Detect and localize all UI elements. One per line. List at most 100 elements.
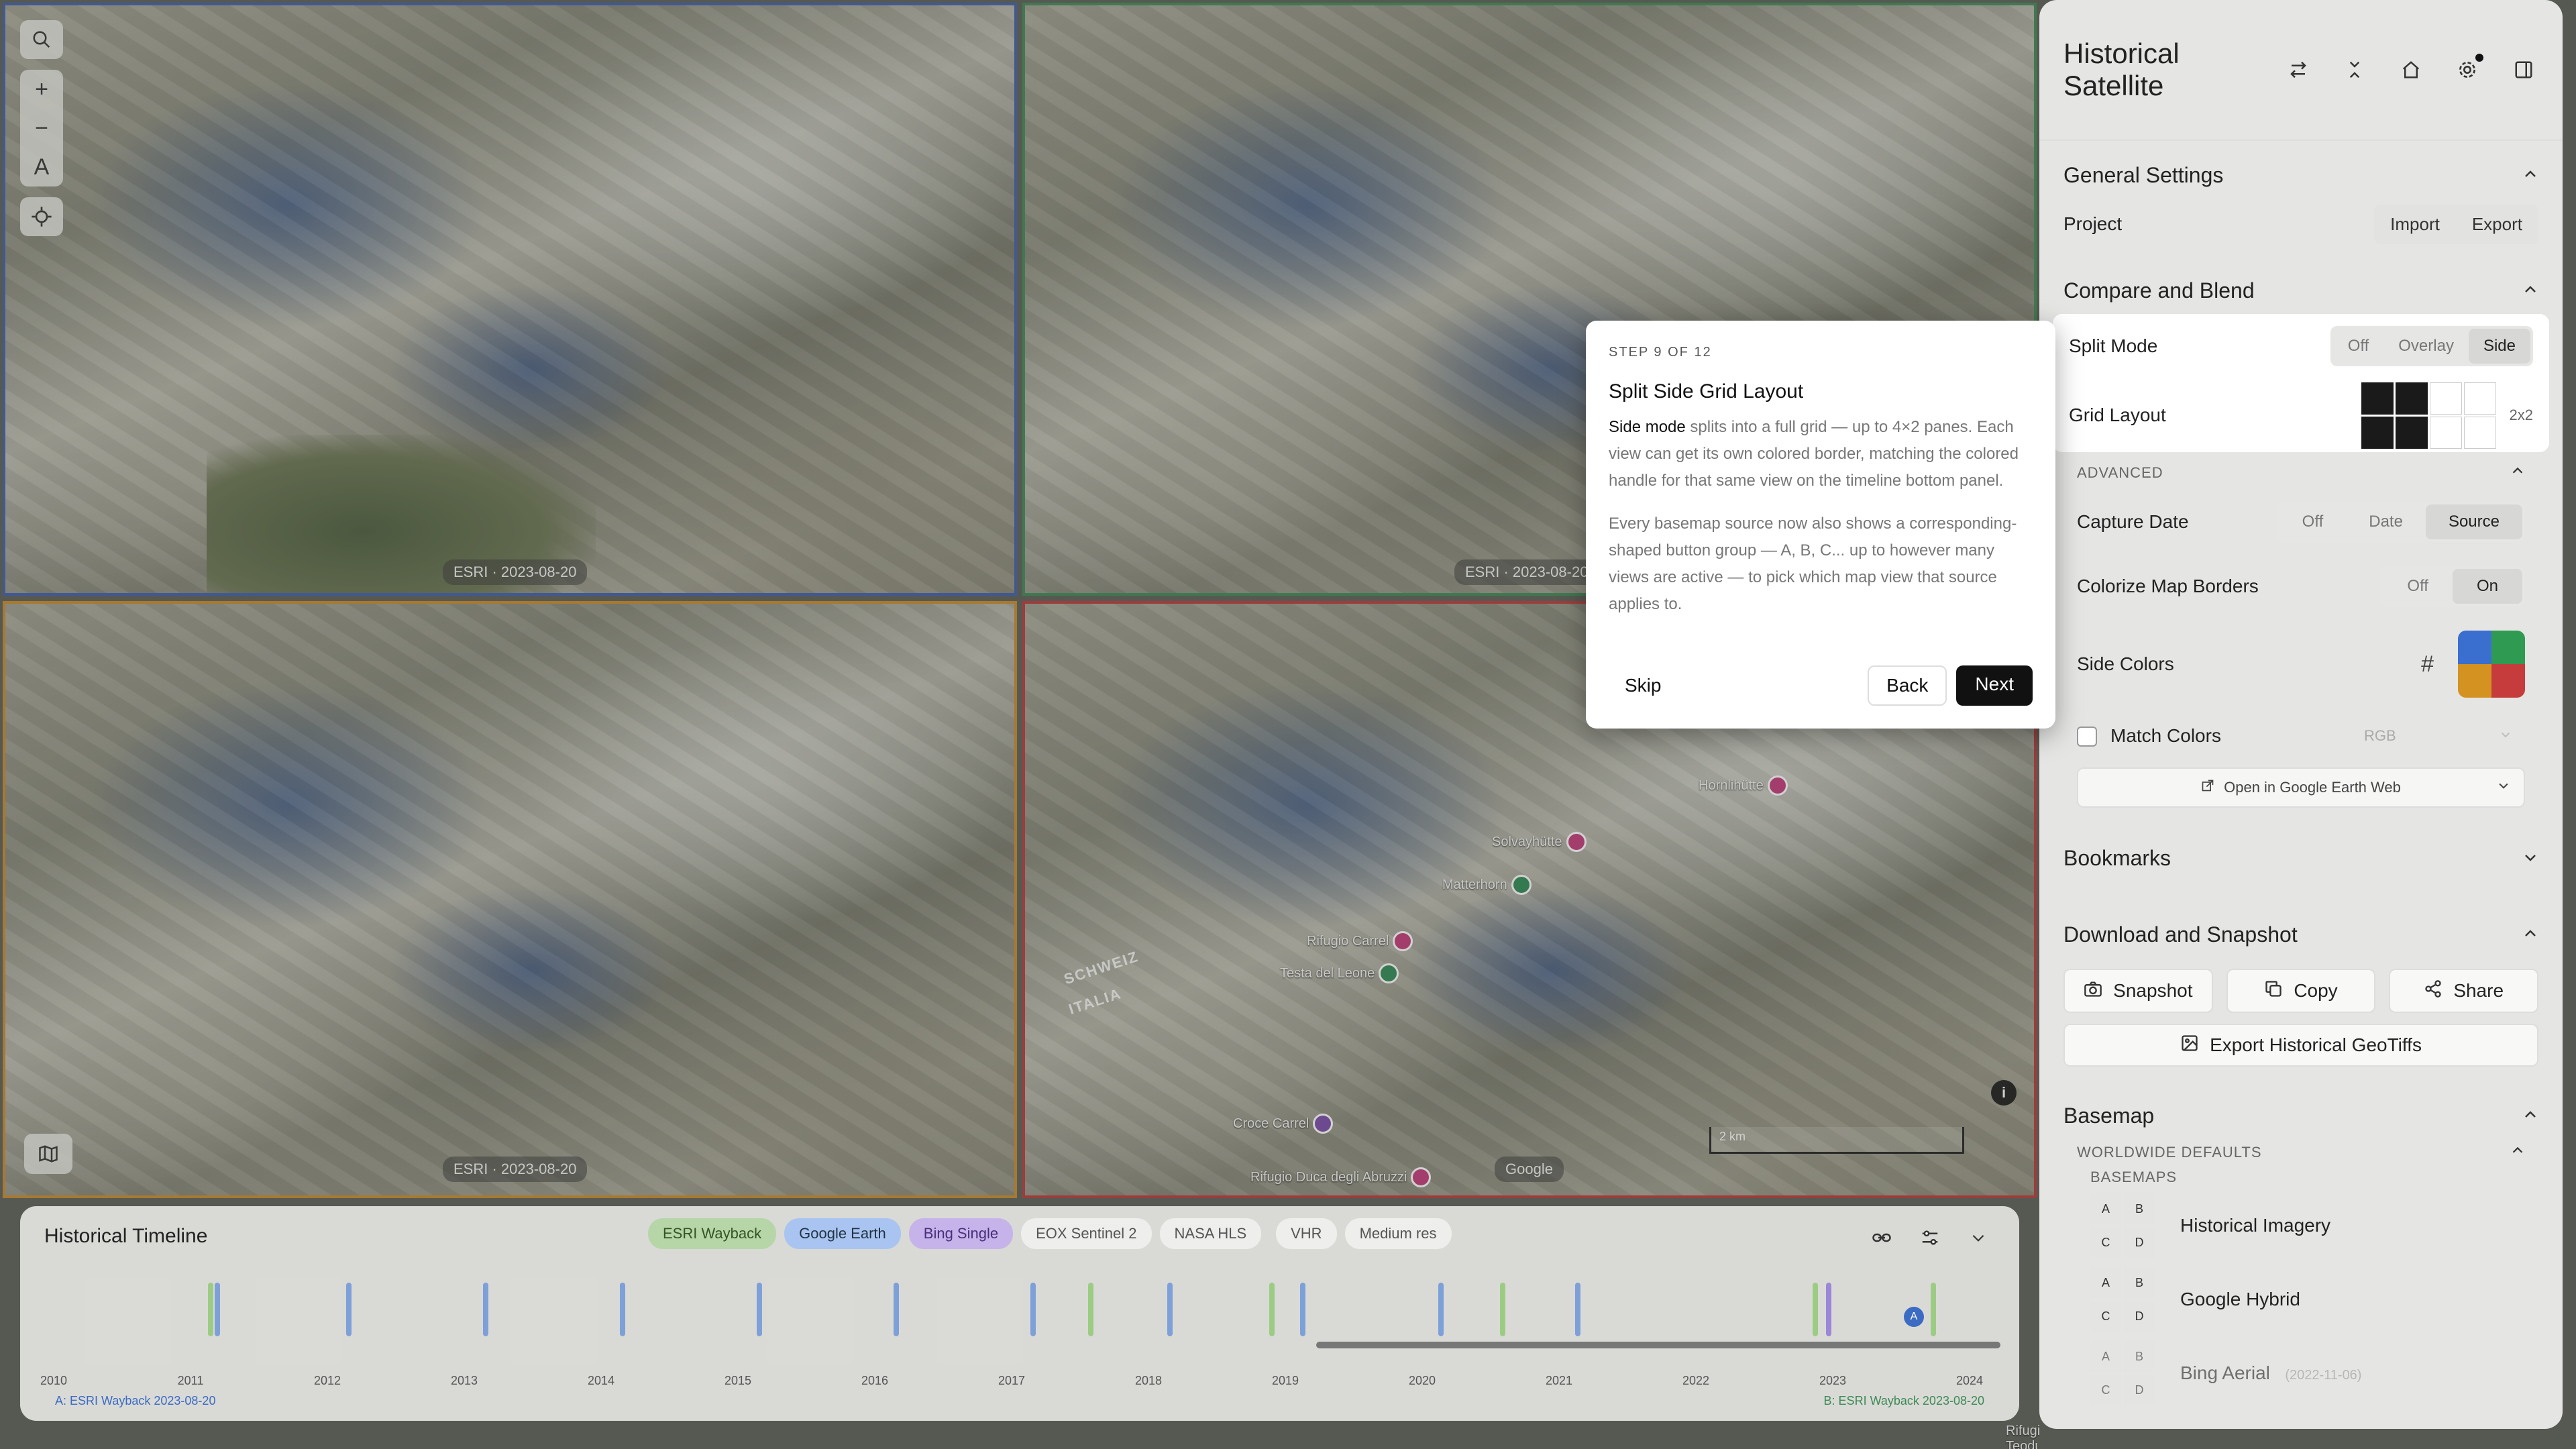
timeline-tick[interactable] (1500, 1283, 1505, 1336)
view-a-button[interactable]: A (2090, 1267, 2121, 1298)
grid-cell[interactable] (2395, 382, 2428, 415)
poi-marker[interactable]: Testa del Leone (1280, 963, 1399, 983)
colorize-off-option[interactable]: Off (2383, 569, 2453, 604)
timeline-tick[interactable] (1813, 1283, 1818, 1336)
view-c-button[interactable]: C (2090, 1301, 2121, 1332)
map-pane-a[interactable]: ESRI · 2023-08-20 (3, 3, 1017, 596)
chip-eox-sentinel[interactable]: EOX Sentinel 2 (1021, 1218, 1152, 1249)
timeline-tick[interactable] (1931, 1283, 1936, 1336)
sliders-icon[interactable] (1913, 1221, 1947, 1254)
back-button[interactable]: Back (1868, 665, 1947, 706)
poi-marker[interactable]: Hornlihütte (1699, 775, 1788, 796)
poi-marker[interactable]: Rifugio Teodulo (2006, 1424, 2039, 1449)
poi-marker[interactable]: Solvayhütte (1492, 832, 1587, 852)
collapse-icon[interactable] (2340, 55, 2369, 85)
timeline-tick[interactable] (215, 1283, 220, 1336)
poi-marker[interactable]: Matterhorn (1442, 875, 1532, 895)
grid-cell[interactable] (2361, 416, 2394, 449)
poi-marker[interactable]: Rifugio Duca degli Abruzzi (1250, 1167, 1432, 1187)
chevron-down-icon[interactable] (1962, 1221, 1995, 1254)
zoom-out-button[interactable]: − (20, 109, 63, 148)
view-c-button[interactable]: C (2090, 1227, 2121, 1258)
split-off-option[interactable]: Off (2333, 329, 2384, 364)
hash-icon[interactable]: # (2421, 651, 2434, 678)
view-b-button[interactable]: B (2124, 1193, 2155, 1224)
timeline-tick[interactable] (1269, 1283, 1275, 1336)
map-pane-c[interactable]: ESRI · 2023-08-20 (3, 601, 1017, 1198)
general-settings-header[interactable]: General Settings (2063, 152, 2538, 199)
copy-button[interactable]: Copy (2226, 969, 2376, 1013)
search-icon[interactable] (20, 20, 63, 59)
view-b-button[interactable]: B (2124, 1267, 2155, 1298)
chip-vhr[interactable]: VHR (1276, 1218, 1337, 1249)
timeline-range-bar[interactable] (1316, 1342, 2000, 1348)
open-google-earth-button[interactable]: Open in Google Earth Web (2077, 767, 2525, 808)
download-snapshot-header[interactable]: Download and Snapshot (2063, 911, 2538, 958)
timeline-tick[interactable] (1167, 1283, 1173, 1336)
export-geotiffs-button[interactable]: Export Historical GeoTiffs (2063, 1024, 2538, 1067)
capture-source-option[interactable]: Source (2425, 504, 2522, 539)
next-button[interactable]: Next (1956, 665, 2033, 706)
capture-date-option[interactable]: Date (2346, 504, 2426, 539)
grid-cell[interactable] (2463, 416, 2496, 449)
link-icon[interactable] (1865, 1221, 1898, 1254)
basemap-item-historical-imagery[interactable]: A B C D Historical Imagery (2063, 1189, 2538, 1263)
view-a-button[interactable]: A (2090, 1341, 2121, 1372)
timeline-tick[interactable] (1030, 1283, 1036, 1336)
zoom-in-button[interactable]: + (20, 70, 63, 109)
chip-google-earth[interactable]: Google Earth (784, 1218, 901, 1249)
timeline-tick[interactable] (620, 1283, 625, 1336)
colorize-on-option[interactable]: On (2452, 569, 2522, 604)
grid-cell[interactable] (2463, 382, 2496, 415)
basemap-item-google-hybrid[interactable]: A B C D Google Hybrid (2063, 1263, 2538, 1336)
info-button[interactable]: i (1991, 1080, 2017, 1106)
view-d-button[interactable]: D (2124, 1301, 2155, 1332)
worldwide-defaults-header[interactable]: WORLDWIDE DEFAULTS (2063, 1139, 2538, 1166)
poi-marker[interactable]: Rifugio Carrel (1307, 931, 1413, 951)
grid-cell[interactable] (2395, 416, 2428, 449)
basemap-item-bing-aerial[interactable]: A B C D Bing Aerial (2022-11-06) (2063, 1336, 2538, 1410)
compass-north-button[interactable]: A (20, 148, 63, 186)
skip-button[interactable]: Skip (1609, 667, 1677, 704)
grid-cell[interactable] (2361, 382, 2394, 415)
timeline-tick[interactable] (1088, 1283, 1093, 1336)
timeline-tick[interactable] (1826, 1283, 1831, 1336)
timeline-handle-a[interactable]: A (1904, 1307, 1924, 1327)
map-layers-icon[interactable] (24, 1134, 72, 1174)
timeline-tick[interactable] (346, 1283, 352, 1336)
share-button[interactable]: Share (2389, 969, 2539, 1013)
bookmarks-header[interactable]: Bookmarks (2063, 835, 2538, 881)
advanced-header[interactable]: ADVANCED (2063, 456, 2538, 490)
chip-esri-wayback[interactable]: ESRI Wayback (648, 1218, 777, 1249)
split-side-option[interactable]: Side (2468, 329, 2530, 364)
swap-icon[interactable] (2284, 55, 2313, 85)
view-d-button[interactable]: D (2124, 1227, 2155, 1258)
grid-cell[interactable] (2429, 382, 2462, 415)
locate-icon[interactable] (20, 197, 63, 236)
gear-icon[interactable] (2453, 54, 2483, 85)
home-icon[interactable] (2396, 55, 2426, 85)
export-button[interactable]: Export (2456, 205, 2538, 244)
chip-medium-res[interactable]: Medium res (1344, 1218, 1452, 1249)
view-c-button[interactable]: C (2090, 1375, 2121, 1405)
side-colors-swatch[interactable] (2458, 631, 2525, 698)
timeline-tick[interactable] (483, 1283, 488, 1336)
grid-cell[interactable] (2429, 416, 2462, 449)
timeline-tick[interactable] (208, 1283, 213, 1336)
match-colors-select[interactable]: RGB (2351, 719, 2525, 753)
compare-blend-header[interactable]: Compare and Blend (2063, 267, 2538, 314)
view-b-button[interactable]: B (2124, 1341, 2155, 1372)
capture-off-option[interactable]: Off (2279, 504, 2347, 539)
chip-bing-single[interactable]: Bing Single (908, 1218, 1014, 1249)
basemap-header[interactable]: Basemap (2063, 1092, 2538, 1139)
view-d-button[interactable]: D (2124, 1375, 2155, 1405)
grid-cells[interactable] (2361, 382, 2496, 449)
poi-marker[interactable]: Croce Carrel (1233, 1114, 1334, 1134)
timeline-tick[interactable] (757, 1283, 762, 1336)
import-button[interactable]: Import (2374, 205, 2456, 244)
timeline-tick[interactable] (1438, 1283, 1444, 1336)
match-colors-checkbox[interactable] (2077, 727, 2097, 747)
snapshot-button[interactable]: Snapshot (2063, 969, 2213, 1013)
timeline-tick[interactable] (894, 1283, 899, 1336)
timeline-tick[interactable] (1575, 1283, 1580, 1336)
